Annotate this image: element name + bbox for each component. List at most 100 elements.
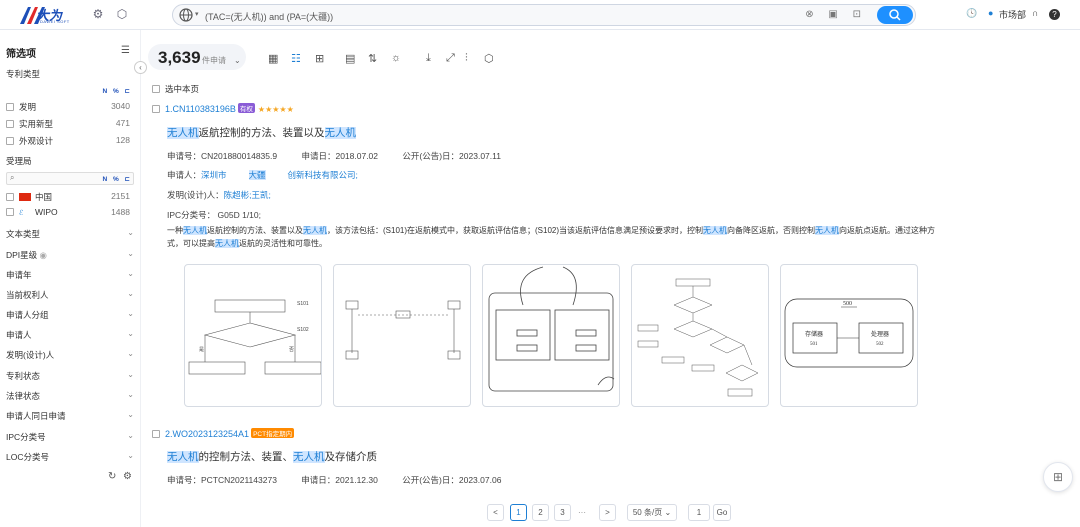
prev-page-button[interactable]: < [487,504,504,521]
search-input[interactable]: (TAC=(无人机)) and (PA=(大疆)) [205,10,333,23]
checkbox[interactable] [152,85,160,93]
image-view-icon[interactable]: ▤ [345,52,355,65]
keyword-highlight: 无人机 [167,451,199,463]
filter-group[interactable]: 申请人同日申请 ⌄ [6,410,134,422]
chevron-down-icon[interactable]: ⌄ [127,370,134,379]
list-view-icon[interactable]: ☷ [291,52,301,65]
search-tool-icons[interactable]: ⊗ ▣ ⊡ [805,9,867,20]
headset-icon[interactable]: ∩ [1032,8,1038,18]
chevron-down-icon[interactable]: ⌄ [127,329,134,338]
grid-view-icon[interactable]: ⊞ [315,52,324,65]
user-avatar-icon[interactable]: ● [988,8,993,18]
chevron-down-icon[interactable]: ⌄ [127,309,134,318]
sidebar-collapse-button[interactable]: ‹ [134,61,147,74]
filter-group[interactable]: IPC分类号 ⌄ [6,431,134,443]
publication-date: 公开(公告)日：2023.07.06 [402,475,502,485]
gear-icon[interactable]: ⚙ [123,471,132,482]
page-size-select[interactable]: 50 条/页 ⌄ [627,504,677,521]
filter-group[interactable]: 专利状态 ⌄ [6,370,134,382]
patent-id-link[interactable]: 2.WO2023123254A1 [165,429,249,439]
filter-item-invention[interactable]: 发明 [6,101,36,113]
search-bar[interactable]: ▾ (TAC=(无人机)) and (PA=(大疆)) ⊗ ▣ ⊡ [172,4,916,26]
checkbox[interactable] [152,430,160,438]
cube-icon[interactable]: ⬡ [115,7,129,21]
download-icon[interactable]: ⤓ [426,52,431,65]
filter-item-design[interactable]: 外观设计 [6,135,53,147]
expand-icon[interactable]: ⤢ [446,52,455,65]
chevron-down-icon[interactable]: ⌄ [127,390,134,399]
page-button-1[interactable]: 1 [510,504,527,521]
status-badge: 有权 [237,103,255,113]
result-count-unit[interactable]: 件申请 [202,55,226,66]
page-button-3[interactable]: 3 [554,504,571,521]
chevron-down-icon[interactable]: ⌄ [127,289,134,298]
checkbox[interactable] [6,208,14,216]
filter-group[interactable]: 发明(设计)人 ⌄ [6,349,134,361]
globe-icon[interactable] [179,8,193,22]
checkbox[interactable] [6,137,14,145]
search-settings-icon[interactable]: ⚙ [91,7,105,21]
filter-group[interactable]: 法律状态 ⌄ [6,390,134,402]
keyword-highlight: 无人机 [215,239,239,248]
chevron-down-icon[interactable]: ⌄ [127,249,134,258]
result-title[interactable]: 无人机返航控制的方法、装置以及无人机 [167,125,356,140]
filter-group[interactable]: DPI星级 ◉ ⌄ [6,249,134,261]
application-date: 申请日：2018.07.02 [301,151,379,161]
text-segment: 返航的灵活性和可靠性。 [239,239,327,248]
chevron-down-icon[interactable]: ⌄ [127,451,134,460]
filter-group[interactable]: 申请年 ⌄ [6,269,134,281]
checkbox[interactable] [6,103,14,111]
filter-group[interactable]: 申请人 ⌄ [6,329,134,341]
user-label[interactable]: 市场部 [999,8,1026,21]
text-segment: 向备降区返航，否则控制 [727,226,816,235]
filter-sidebar: 筛选项 ☰ 专利类型 N % ⊏ 发明 3040 实用新型 471 外观设计 1… [0,30,141,527]
apps-float-button[interactable]: ⊞ [1043,462,1073,492]
lightbulb-icon[interactable]: ☼ [391,52,401,64]
patent-id-link[interactable]: 1.CN110383196B [165,104,236,114]
checkbox[interactable] [152,105,160,113]
drawing-thumbnail[interactable] [631,264,769,407]
page-jump-input[interactable]: 1 [688,504,710,521]
next-page-button[interactable]: > [599,504,616,521]
filter-group[interactable]: 文本类型 ⌄ [6,228,134,240]
filter-group[interactable]: 当前权利人 ⌄ [6,289,134,301]
filter-group[interactable]: 申请人分组 ⌄ [6,309,134,321]
chevron-down-icon[interactable]: ▾ [195,10,199,18]
select-page-checkbox[interactable]: 选中本页 [152,83,199,95]
cube-icon[interactable]: ⬡ [484,52,494,65]
publication-date: 公开(公告)日：2023.07.11 [402,151,501,161]
drawing-label: 501 [810,342,818,347]
filter-group[interactable]: LOC分类号 ⌄ [6,451,134,463]
table-view-icon[interactable]: ▦ [268,52,278,65]
filter-item-wipo[interactable]: ℰ WIPO [6,207,58,217]
chevron-down-icon[interactable]: ⌄ [127,431,134,440]
chevron-down-icon[interactable]: ⌄ [127,228,134,237]
drawing-label: 500 [843,301,852,307]
chevron-down-icon[interactable]: ⌄ [234,56,241,65]
help-icon[interactable]: ? [1049,9,1060,20]
drawing-thumbnail[interactable]: S101 S102 是 否 [184,264,322,407]
flowchart-drawing [637,278,759,397]
page-ellipsis[interactable]: ··· [578,508,586,517]
drawing-thumbnail[interactable] [333,264,471,407]
applicant-link[interactable]: 深圳市 大疆 创新科技有限公司; [201,170,380,180]
clock-icon[interactable]: 🕓 [966,8,977,19]
filter-item-china[interactable]: 中国 [6,191,52,203]
chart-icon[interactable]: ⫶ [465,52,468,65]
go-button[interactable]: Go [713,504,731,521]
checkbox[interactable] [6,120,14,128]
chevron-down-icon[interactable]: ⌄ [127,349,134,358]
search-button[interactable] [877,6,913,24]
inventor-link[interactable]: 陈超彬;王凯; [224,190,271,200]
filter-collapse-icon[interactable]: ☰ [121,45,130,56]
chevron-down-icon[interactable]: ⌄ [127,410,134,419]
result-title[interactable]: 无人机的控制方法、装置、无人机及存储介质 [167,449,377,464]
sort-icon[interactable]: ⇅ [368,52,377,65]
drawing-thumbnail[interactable] [482,264,620,407]
chevron-down-icon[interactable]: ⌄ [127,269,134,278]
page-button-2[interactable]: 2 [532,504,549,521]
drawing-thumbnail[interactable]: 500 存储器 501 处理器 502 [780,264,918,407]
filter-item-utility[interactable]: 实用新型 [6,118,53,130]
refresh-icon[interactable]: ↻ [108,471,116,482]
checkbox[interactable] [6,193,14,201]
